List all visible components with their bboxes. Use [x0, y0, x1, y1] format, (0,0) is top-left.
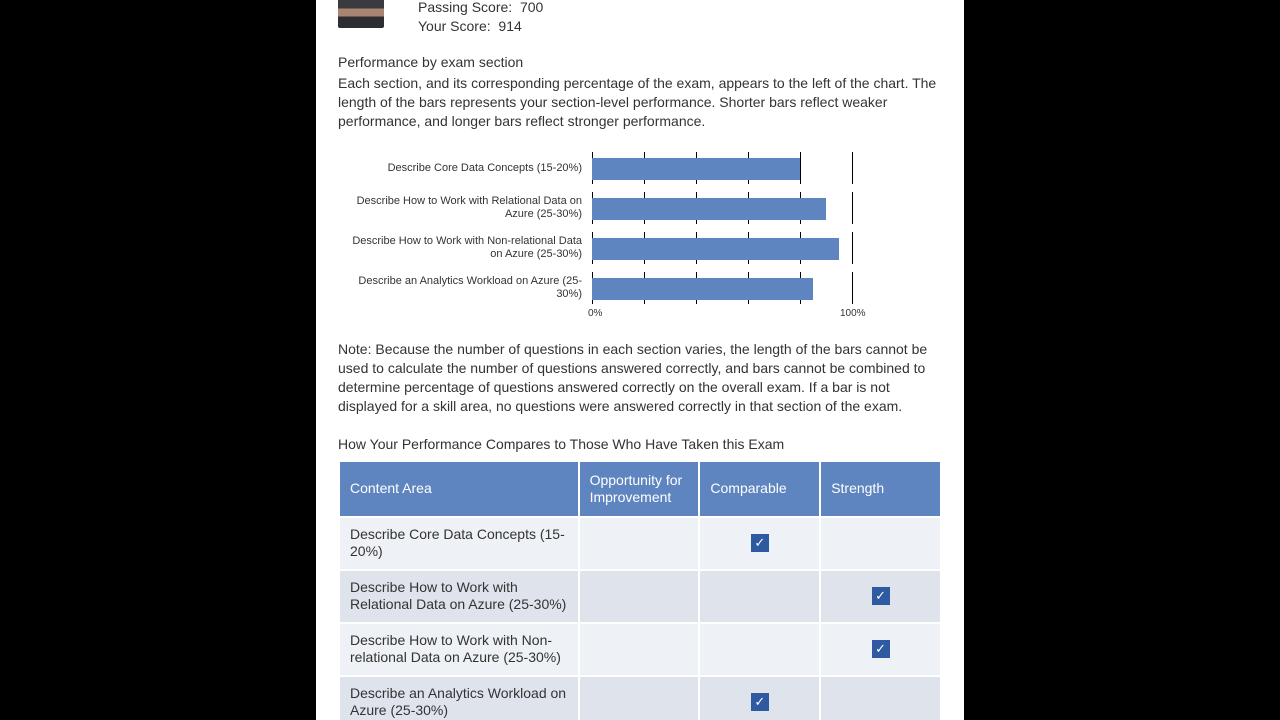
chart-bar	[592, 198, 826, 220]
chart-bar	[592, 238, 839, 260]
check-cell: ✓	[700, 518, 819, 569]
axis-tick-min: 0%	[588, 308, 602, 319]
chart-row: Describe Core Data Concepts (15-20%)	[338, 148, 942, 188]
chart-category-label: Describe an Analytics Workload on Azure …	[338, 275, 592, 301]
content-area-cell: Describe Core Data Concepts (15-20%)	[340, 518, 578, 569]
chart-plot-area	[592, 148, 852, 188]
check-cell	[821, 677, 940, 720]
chart-plot-area	[592, 268, 852, 308]
table-header: Content Area	[340, 462, 578, 516]
comparison-table: Content AreaOpportunity for ImprovementC…	[338, 460, 942, 720]
check-icon: ✓	[872, 587, 890, 605]
passing-score-value: 700	[520, 0, 543, 15]
score-report: Passing Score: 700 Your Score: 914 Perfo…	[316, 0, 964, 720]
compare-title: How Your Performance Compares to Those W…	[338, 436, 942, 452]
table-row: Describe Core Data Concepts (15-20%) ✓	[340, 518, 940, 569]
check-icon: ✓	[751, 693, 769, 711]
table-row: Describe How to Work with Non-relational…	[340, 624, 940, 675]
check-cell	[580, 518, 699, 569]
content-area-cell: Describe How to Work with Relational Dat…	[340, 571, 578, 622]
performance-note: Note: Because the number of questions in…	[338, 340, 942, 416]
chart-plot-area	[592, 188, 852, 228]
performance-chart: Describe Core Data Concepts (15-20%) Desc…	[338, 148, 942, 326]
chart-category-label: Describe Core Data Concepts (15-20%)	[338, 162, 592, 175]
passing-score-label: Passing Score:	[418, 0, 512, 15]
chart-row: Describe an Analytics Workload on Azure …	[338, 268, 942, 308]
viewport: Passing Score: 700 Your Score: 914 Perfo…	[0, 0, 1280, 720]
check-cell	[700, 624, 819, 675]
your-score-value: 914	[498, 18, 521, 34]
chart-row: Describe How to Work with Relational Dat…	[338, 188, 942, 228]
your-score-label: Your Score:	[418, 18, 491, 34]
table-header: Strength	[821, 462, 940, 516]
check-cell: ✓	[700, 677, 819, 720]
table-header: Comparable	[700, 462, 819, 516]
check-cell: ✓	[821, 624, 940, 675]
chart-bar	[592, 158, 800, 180]
table-header: Opportunity for Improvement	[580, 462, 699, 516]
chart-category-label: Describe How to Work with Non-relational…	[338, 235, 592, 261]
check-cell	[580, 571, 699, 622]
avatar	[338, 0, 384, 28]
table-row: Describe How to Work with Relational Dat…	[340, 571, 940, 622]
performance-title: Performance by exam section	[338, 54, 942, 70]
axis-tick-max: 100%	[840, 308, 866, 319]
chart-category-label: Describe How to Work with Relational Dat…	[338, 195, 592, 221]
check-icon: ✓	[872, 640, 890, 658]
chart-bar	[592, 278, 813, 300]
check-cell	[580, 624, 699, 675]
content-area-cell: Describe How to Work with Non-relational…	[340, 624, 578, 675]
performance-intro: Each section, and its corresponding perc…	[338, 74, 942, 131]
check-icon: ✓	[751, 534, 769, 552]
chart-plot-area	[592, 228, 852, 268]
passing-score-row: Passing Score: 700	[418, 0, 543, 17]
chart-axis: 0% 100%	[338, 308, 942, 326]
candidate-header: Passing Score: 700 Your Score: 914	[338, 0, 942, 36]
check-cell	[700, 571, 819, 622]
chart-row: Describe How to Work with Non-relational…	[338, 228, 942, 268]
check-cell	[580, 677, 699, 720]
table-row: Describe an Analytics Workload on Azure …	[340, 677, 940, 720]
your-score-row: Your Score: 914	[418, 17, 543, 36]
check-cell: ✓	[821, 571, 940, 622]
check-cell	[821, 518, 940, 569]
content-area-cell: Describe an Analytics Workload on Azure …	[340, 677, 578, 720]
